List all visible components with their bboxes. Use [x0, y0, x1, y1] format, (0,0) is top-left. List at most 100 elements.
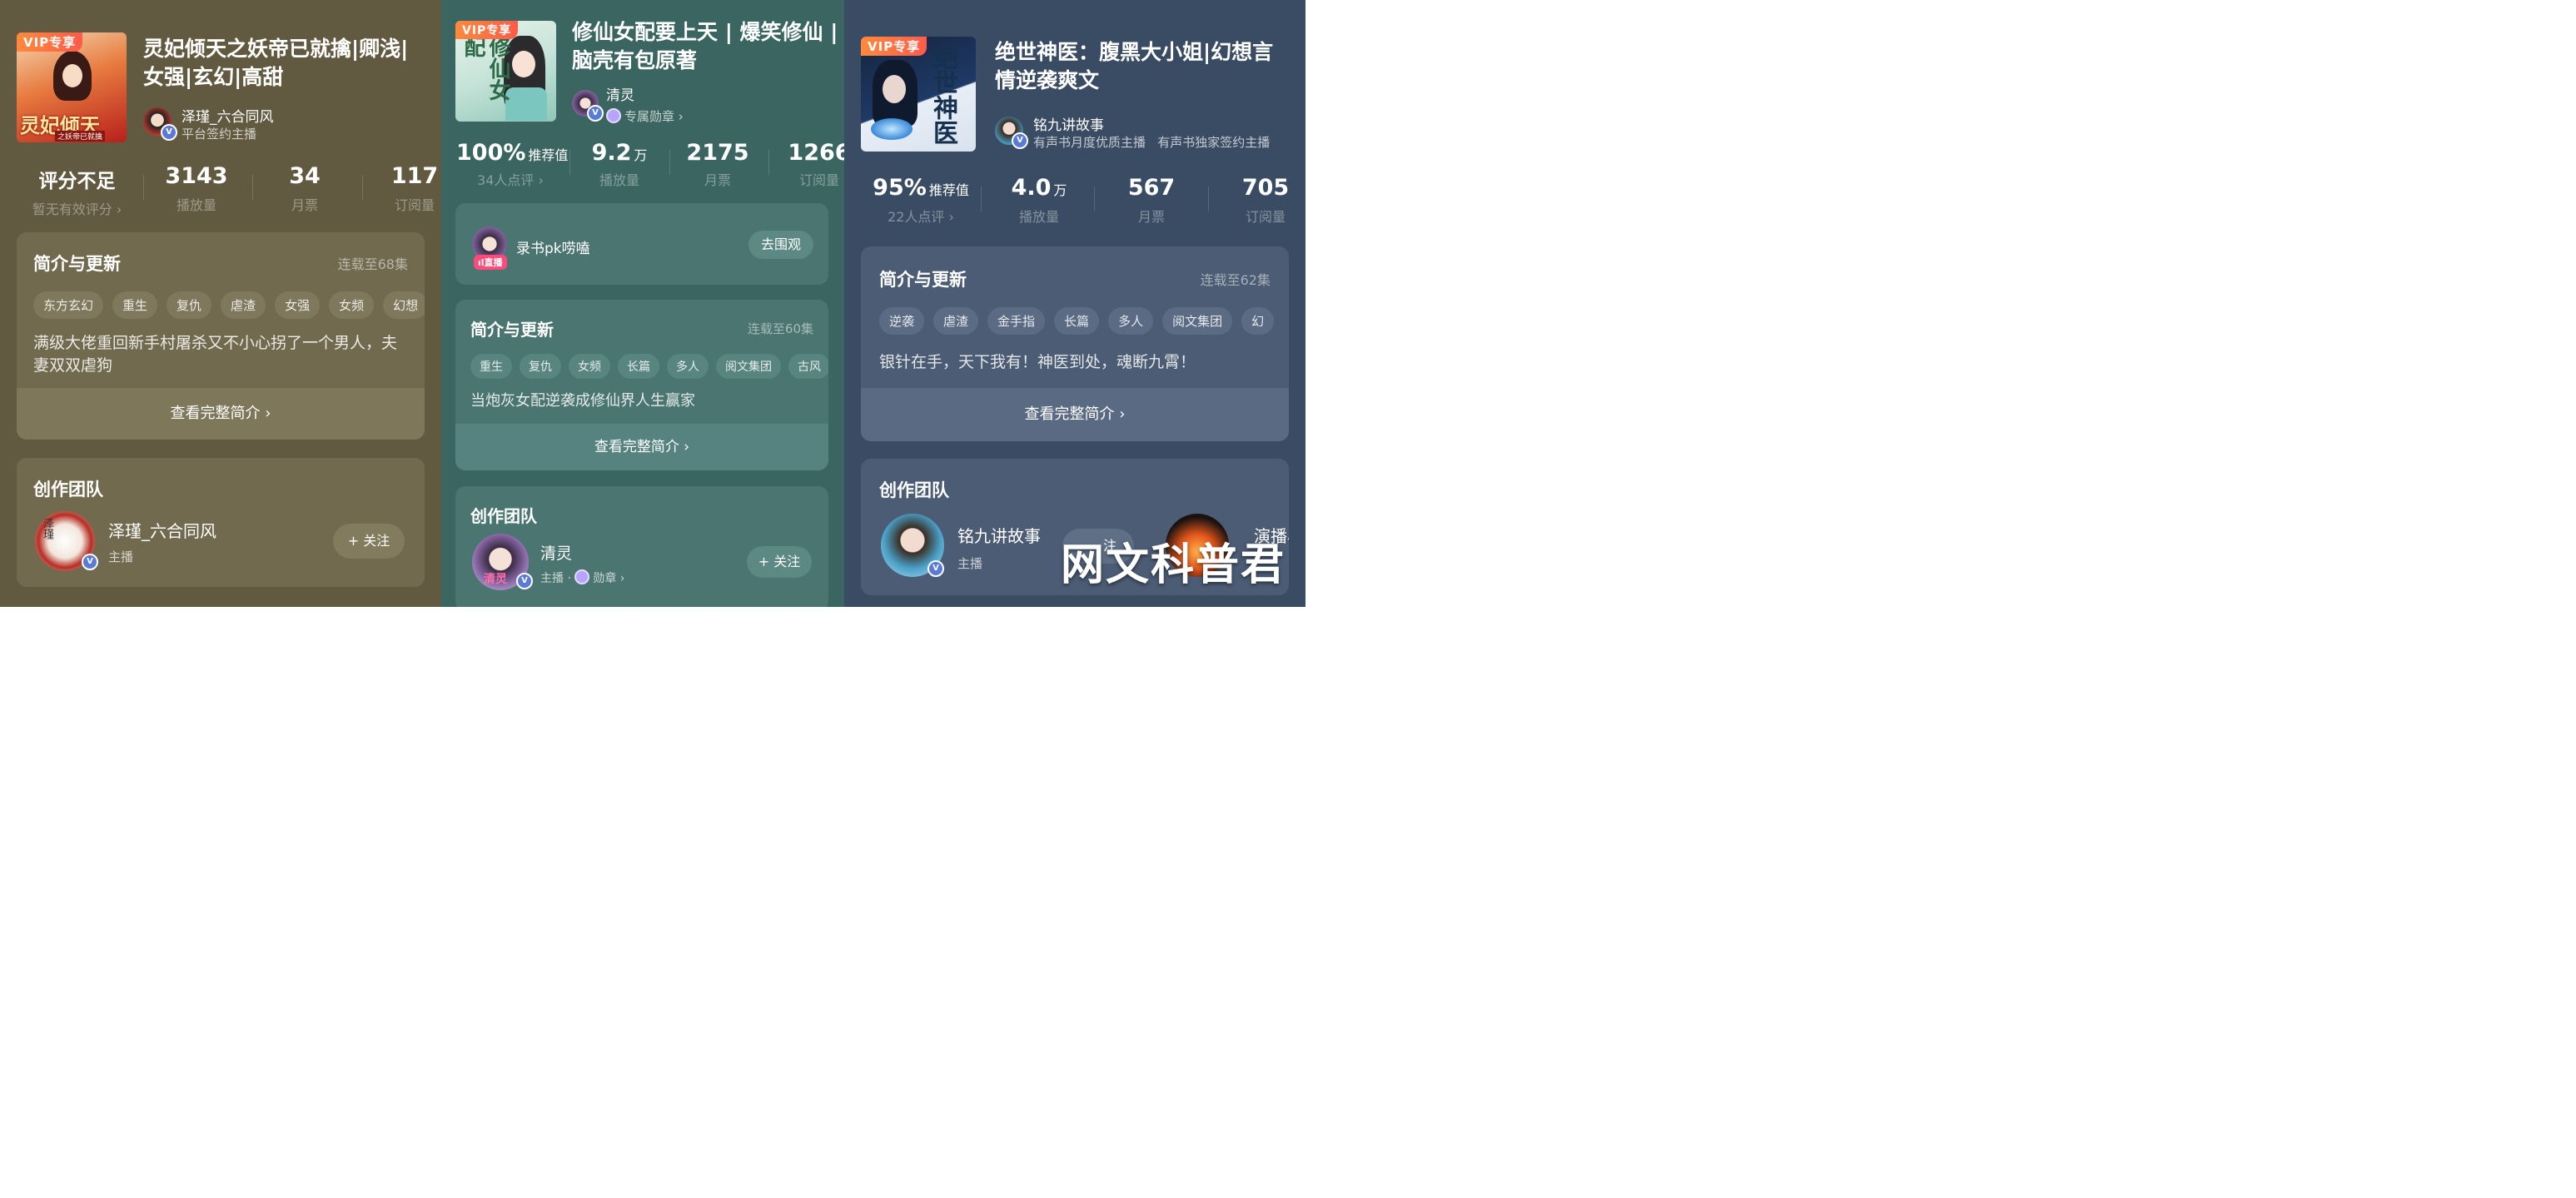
cover-title-art: 修仙女配 [460, 36, 510, 101]
stat-plays: 3143 播放量 [157, 163, 236, 214]
verified-icon: V [927, 560, 944, 577]
view-full-intro-button[interactable]: 查看完整简介 › [861, 388, 1289, 441]
live-badge-label: 直播 [484, 257, 503, 268]
author-name[interactable]: 清灵 [606, 83, 634, 104]
follow-button[interactable]: + 关注 [333, 524, 405, 559]
follow-button[interactable]: + 关注 [747, 546, 812, 578]
stat-value: 3143 [165, 163, 228, 189]
tag[interactable]: 长篇 [618, 354, 659, 379]
stat-monthly-tickets: 2175 月票 [679, 140, 756, 189]
tag[interactable]: 多人 [1108, 307, 1154, 335]
tag[interactable]: 虐渣 [933, 307, 979, 335]
live-badge: ıl直播 [474, 255, 507, 270]
stat-recommend[interactable]: 100% 推荐值 34人点评 › [456, 140, 568, 189]
stat-unit: 万 [1053, 182, 1067, 198]
view-full-intro-button[interactable]: 查看完整简介 › [455, 424, 828, 470]
tag[interactable]: 女强 [275, 291, 321, 319]
tag[interactable]: 幻 [1241, 307, 1275, 335]
stat-divider [362, 175, 363, 200]
intro-card: 简介与更新 连载至60集 重生 复仇 女频 长篇 多人 阅文集团 古风 当炮灰女配逆袭成修仙… [455, 300, 828, 470]
medal-icon [574, 569, 590, 584]
tag[interactable]: 幻想 [383, 291, 425, 319]
intro-heading: 简介与更新 [33, 254, 121, 274]
watermark: 网文科普君 [1060, 540, 1286, 590]
serial-status[interactable]: 连载至62集 [1201, 269, 1271, 289]
stat-value: 567 [1127, 175, 1176, 201]
team-member-name[interactable]: 泽瑾_六合同风 [108, 518, 216, 542]
book-title-line2: 情逆袭爽文 [995, 68, 1100, 92]
tag[interactable]: 东方玄幻 [33, 291, 104, 319]
medal-label[interactable]: 勋章 › [593, 572, 624, 585]
team-member-name[interactable]: 铭九讲故事 [957, 523, 1041, 547]
tag-list: 东方玄幻 重生 复仇 虐渣 女强 女频 幻想 [33, 291, 425, 319]
stat-number: 9.2 [591, 140, 632, 166]
verified-icon: V [516, 573, 533, 589]
stat-subscriptions: 1266 订阅量 [781, 140, 844, 189]
stat-divider [143, 175, 144, 200]
tag[interactable]: 重生 [112, 291, 158, 319]
cover-robe [505, 87, 547, 121]
medal-icon [606, 108, 621, 123]
book-cover[interactable]: VIP专享 灵妃倾天 之妖帝已就擒 [17, 32, 127, 142]
book-cover[interactable]: VIP专享 绝世神医 [861, 37, 976, 152]
stat-label: 订阅量 [798, 172, 839, 188]
cover-face [62, 64, 82, 87]
stat-subscriptions: 117 订阅量 [375, 163, 441, 214]
stat-number: 100% [456, 140, 526, 166]
stat-value: 705 [1241, 175, 1290, 201]
stat-value: 34 [289, 163, 321, 189]
stat-unit: 万 [634, 147, 648, 163]
cover-title-art: 绝世神医 [928, 45, 957, 145]
book-cover[interactable]: VIP专享 修仙女配 [455, 21, 556, 122]
live-room-name[interactable]: 录书pk唠嗑 [516, 236, 590, 257]
stat-divider [669, 150, 670, 175]
tag[interactable]: 女频 [329, 291, 375, 319]
stat-divider [1208, 186, 1209, 211]
stat-rating[interactable]: 评分不足 暂无有效评分 › [25, 165, 129, 218]
tag[interactable]: 逆袭 [879, 307, 925, 335]
tag[interactable]: 重生 [470, 354, 512, 379]
tag[interactable]: 女频 [569, 354, 610, 379]
stat-value: 100% 推荐值 [456, 140, 568, 166]
team-member-role: 主播 · 勋章 › [540, 569, 624, 586]
stat-recommend[interactable]: 95% 推荐值 22人点评 › [863, 175, 979, 226]
book-title-line1: 灵妃倾天之妖帝已就擒|卿浅| [143, 37, 409, 61]
tag[interactable]: 阅文集团 [1162, 307, 1233, 335]
serial-status[interactable]: 连载至60集 [748, 320, 813, 337]
live-icon: ıl [478, 257, 485, 268]
tag[interactable]: 多人 [667, 354, 709, 379]
verified-icon: V [82, 554, 98, 570]
tag-list: 逆袭 虐渣 金手指 长篇 多人 阅文集团幻 [879, 307, 1283, 335]
stat-label: 播放量 [1018, 209, 1059, 225]
stat-value: 1266 [788, 140, 844, 166]
verified-icon: V [161, 124, 177, 141]
tag[interactable]: 虐渣 [221, 291, 266, 319]
live-card[interactable]: ıl直播 录书pk唠嗑 去围观 [455, 203, 828, 285]
stat-value: 4.0 万 [994, 175, 1084, 201]
intro-description: 满级大佬重回新手村屠杀又不小心拐了一个男人，夫 妻双双虐狗 [33, 332, 416, 377]
book-title-line1: 修仙女配要上天 | 爆笑修仙 | [572, 20, 838, 44]
stat-label: 订阅量 [1245, 209, 1286, 225]
tag[interactable]: 长篇 [1054, 307, 1100, 335]
vip-badge: VIP专享 [455, 21, 519, 39]
stat-value: 2175 [686, 140, 749, 166]
tag[interactable]: 古风 [788, 354, 828, 379]
author-subtitle: 有声书月度优质主播 有声书独家签约主播 [1033, 135, 1271, 150]
tag[interactable]: 金手指 [987, 307, 1046, 335]
role-label: 主播 [540, 572, 564, 585]
author-name[interactable]: 铭九讲故事 [1033, 113, 1104, 134]
tag[interactable]: 阅文集团 [716, 354, 781, 379]
intro-description: 银针在手，天下我有！神医到处，魂断九霄！ [879, 353, 1196, 371]
author-name[interactable]: 泽瑾_六合同风 [182, 105, 274, 126]
go-watch-button[interactable]: 去围观 [748, 231, 813, 259]
author-medal[interactable]: 专属勋章 › [606, 107, 684, 125]
stat-divider [252, 175, 253, 200]
stat-label: 月票 [291, 197, 318, 213]
serial-status[interactable]: 连载至68集 [338, 253, 408, 273]
intro-description: 当炮灰女配逆袭成修仙界人生赢家 [470, 392, 695, 410]
tag[interactable]: 复仇 [167, 291, 212, 319]
view-full-intro-button[interactable]: 查看完整简介 › [17, 388, 425, 440]
team-member-name[interactable]: 清灵 [540, 541, 572, 564]
tag[interactable]: 复仇 [520, 354, 561, 379]
intro-card: 简介与更新 连载至68集 东方玄幻 重生 复仇 虐渣 女强 女频 幻想 满级大佬重回新手村屠… [17, 232, 425, 440]
